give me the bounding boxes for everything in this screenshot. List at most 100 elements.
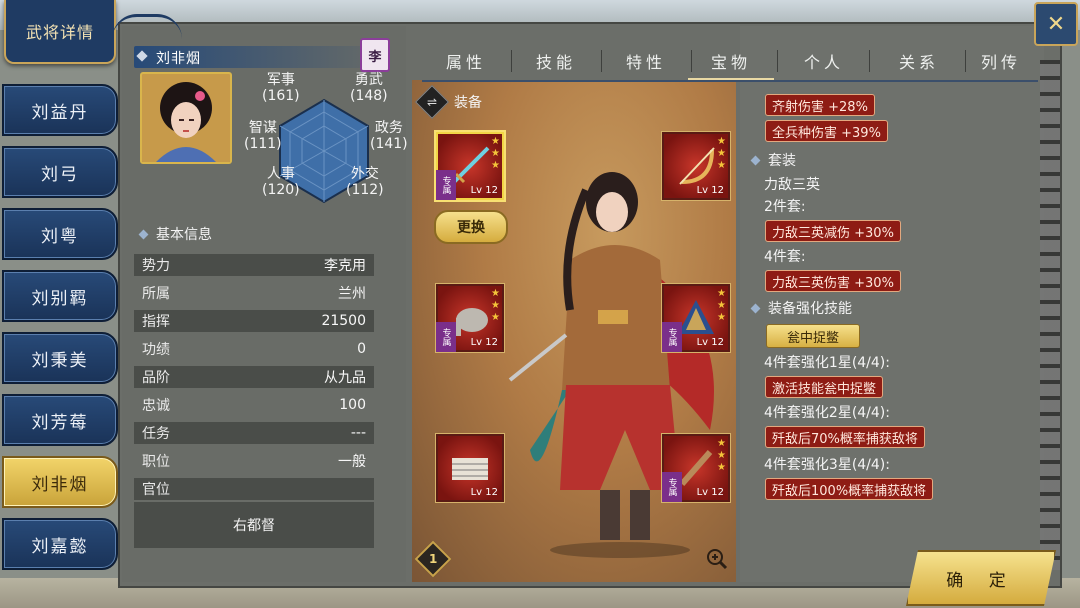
- stat-label: 政务: [374, 120, 403, 136]
- star-icon: ★: [491, 312, 500, 323]
- info-row: 忠诚 100: [134, 394, 374, 416]
- set2-label: 2件套:: [764, 199, 806, 215]
- character-name: 刘秉美: [31, 350, 89, 371]
- exclusive-badge: 专属: [662, 472, 682, 502]
- info-row: 所属 兰州: [134, 282, 374, 304]
- stat-label: 军事: [266, 72, 295, 88]
- character-tab[interactable]: 刘秉美: [2, 332, 118, 384]
- bonus-text: 歼敌后100%概率捕获敌将: [772, 483, 927, 499]
- character-tab[interactable]: 刘粤: [2, 208, 118, 260]
- close-button[interactable]: ✕: [1034, 2, 1078, 46]
- star-icon: ★: [717, 450, 726, 461]
- equipment-slot-book[interactable]: Lv 12: [436, 434, 504, 502]
- star-icon: ★: [717, 312, 726, 323]
- tab-label: 特性: [625, 53, 666, 72]
- tab-treasures[interactable]: 宝物: [688, 44, 774, 80]
- equipment-slot-pipe[interactable]: ★ ★ ★ 专属 Lv 12: [662, 434, 730, 502]
- equipment-slot-sword[interactable]: ★ ★ ★ 专属 Lv 12: [436, 132, 504, 200]
- slot-level: Lv 12: [470, 185, 498, 196]
- stat-value: (141): [370, 136, 408, 152]
- tab-divider: [869, 50, 870, 72]
- info-key: 功绩: [142, 342, 170, 358]
- info-key: 品阶: [142, 370, 170, 386]
- info-value: 100: [339, 397, 366, 413]
- star-icon: ★: [491, 288, 500, 299]
- tab-label: 关系: [898, 53, 939, 72]
- stat-label: 智谋: [248, 120, 277, 136]
- replace-label: 更换: [457, 220, 485, 236]
- info-key: 所属: [142, 286, 170, 302]
- info-row: 职位 一般: [134, 450, 374, 472]
- diamond-icon: [136, 50, 148, 62]
- info-row: 品阶 从九品: [134, 366, 374, 388]
- zoom-icon[interactable]: [706, 548, 728, 570]
- bow-icon: [679, 147, 715, 185]
- star3-pill: 歼敌后100%概率捕获敌将: [765, 478, 934, 500]
- character-name-label: 刘非烟: [156, 51, 201, 67]
- info-row: 势力 李克用: [134, 254, 374, 276]
- tab-personal[interactable]: 个人: [780, 44, 868, 78]
- star1-pill: 激活技能瓮中捉鳖: [765, 376, 884, 398]
- replace-button[interactable]: 更换: [434, 210, 508, 244]
- set4-label: 4件套:: [764, 249, 806, 265]
- count-label: 1: [428, 551, 438, 566]
- tab-traits[interactable]: 特性: [602, 44, 690, 78]
- character-name: 刘益丹: [31, 102, 89, 123]
- stat-strategy: 智谋 (111): [244, 120, 282, 152]
- character-tab[interactable]: 刘嘉懿: [2, 518, 118, 570]
- exclusive-badge: 专属: [436, 322, 456, 352]
- stat-value: (112): [346, 182, 384, 198]
- close-icon: ✕: [1046, 11, 1066, 37]
- swap-icon[interactable]: ⇌: [415, 85, 449, 119]
- section-title: 装备强化技能: [768, 301, 852, 317]
- star2-label: 4件套强化2星(4/4):: [764, 405, 890, 421]
- page-title: 武将详情: [25, 23, 94, 42]
- info-row: 官位: [134, 478, 374, 500]
- info-value: 兰州: [338, 286, 366, 302]
- character-name: 刘非烟: [31, 474, 89, 495]
- confirm-label: 确 定: [946, 570, 1016, 591]
- star-icon: ★: [717, 136, 726, 147]
- character-name: 刘粤: [41, 226, 79, 247]
- stat-label: 外交: [350, 166, 379, 182]
- stat-politics: 政务 (141): [370, 120, 408, 152]
- slot-level: Lv 12: [696, 487, 724, 498]
- book-binding: [1040, 60, 1060, 570]
- faction-badge: 李: [360, 38, 390, 72]
- character-tab[interactable]: 刘芳莓: [2, 394, 118, 446]
- tab-attributes[interactable]: 属性: [422, 44, 510, 78]
- character-tab[interactable]: 刘益丹: [2, 84, 118, 136]
- star-icon: ★: [491, 148, 500, 159]
- character-tab-active[interactable]: 刘非烟: [2, 456, 118, 508]
- info-value: ---: [350, 425, 366, 441]
- star-icon: ★: [717, 148, 726, 159]
- bonus-text: 力敌三英减伤 +30%: [772, 225, 894, 241]
- slot-level: Lv 12: [696, 185, 724, 196]
- tab-biography[interactable]: 列传: [966, 44, 1036, 78]
- star1-label: 4件套强化1星(4/4):: [764, 355, 890, 371]
- tab-skills[interactable]: 技能: [512, 44, 600, 78]
- tab-divider: [777, 50, 778, 72]
- stat-diplomacy: 外交 (112): [346, 166, 384, 198]
- tab-relations[interactable]: 关系: [874, 44, 964, 78]
- enhance-skill-button[interactable]: 瓮中捉鳖: [766, 324, 860, 348]
- slot-level: Lv 12: [470, 487, 498, 498]
- equipment-slot-bow[interactable]: ★ ★ ★ Lv 12: [662, 132, 730, 200]
- star-icon: ★: [717, 160, 726, 171]
- equipment-slot-cloak[interactable]: ★ ★ ★ 专属 Lv 12: [662, 284, 730, 352]
- character-tab[interactable]: 刘别羁: [2, 270, 118, 322]
- star3-label: 4件套强化3星(4/4):: [764, 457, 890, 473]
- stat-valor: 勇武 (148): [350, 72, 388, 104]
- info-key: 职位: [142, 454, 170, 470]
- confirm-button[interactable]: 确 定: [906, 550, 1056, 606]
- tab-label: 宝物: [710, 53, 751, 72]
- equipment-slot-elephant[interactable]: ★ ★ ★ 专属 Lv 12: [436, 284, 504, 352]
- faction-badge-label: 李: [368, 49, 382, 65]
- info-key: 指挥: [142, 314, 170, 330]
- book-icon: [452, 458, 488, 480]
- enhance-header: 装备强化技能: [750, 298, 852, 318]
- info-value: 21500: [321, 313, 366, 329]
- bonus-pill: 齐射伤害 +28%: [765, 94, 875, 116]
- character-tab[interactable]: 刘弓: [2, 146, 118, 198]
- bonus-text: 力敌三英伤害 +30%: [772, 275, 894, 291]
